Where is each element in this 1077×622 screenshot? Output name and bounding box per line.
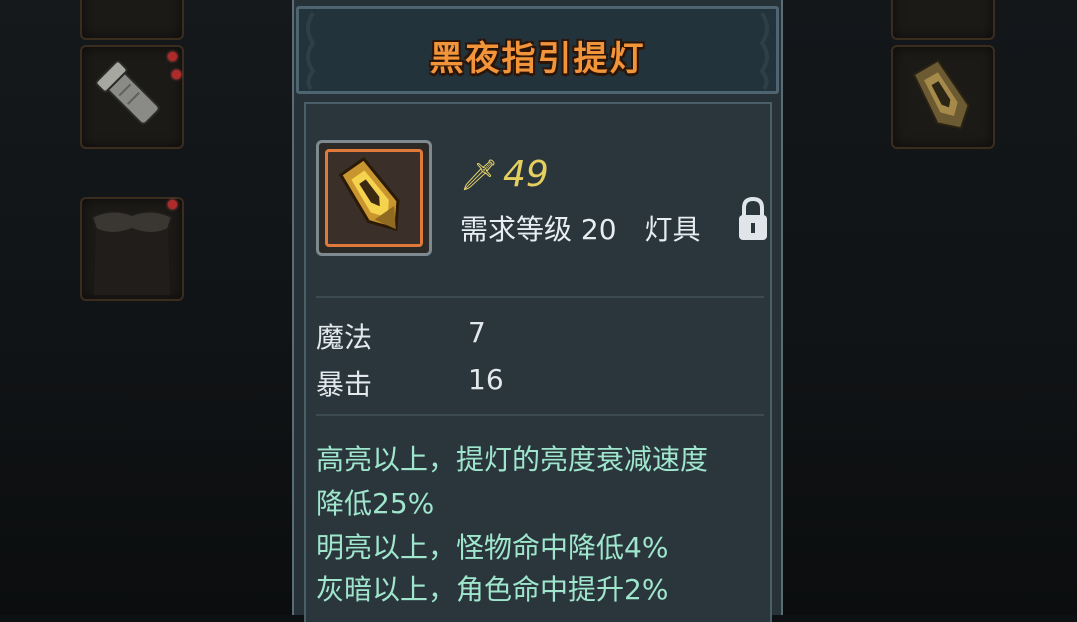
notification-dot [172,70,181,79]
inventory-slot-lamp[interactable] [891,45,995,149]
notification-dot [168,52,177,61]
inventory-slot[interactable] [891,0,995,40]
stat-value-crit: 16 [468,363,504,396]
stat-label-crit: 暴击 [316,368,373,401]
stat-value-magic: 7 [468,316,486,349]
golden-lamp-icon [912,59,970,130]
notification-dot [168,200,177,209]
divider [316,414,764,416]
flashlight-icon [95,60,160,125]
effect-line: 降低25% [316,487,435,520]
level-requirement: 需求等级 20 灯具 [460,213,701,246]
effect-line: 高亮以上，提灯的亮度衰减速度 [316,443,709,476]
effect-line: 明亮以上，怪物命中降低4% [316,531,669,564]
effect-line: 灰暗以上，角色命中提升2% [316,573,669,606]
sword-power-icon: 🗡 [460,158,499,193]
item-icon-frame [316,140,432,256]
fur-cloak-icon [90,210,174,295]
inventory-slot[interactable] [80,0,184,40]
inventory-slot-flashlight[interactable] [80,45,184,149]
golden-lamp-icon [338,156,400,232]
power-value: 49 [503,154,549,195]
stat-label-magic: 魔法 [316,321,373,354]
lock-icon[interactable] [736,196,770,246]
inventory-slot-cloak[interactable] [80,197,184,301]
title-banner: 黑夜指引提灯 [296,6,779,94]
item-title: 黑夜指引提灯 [429,39,646,79]
divider [316,296,764,298]
